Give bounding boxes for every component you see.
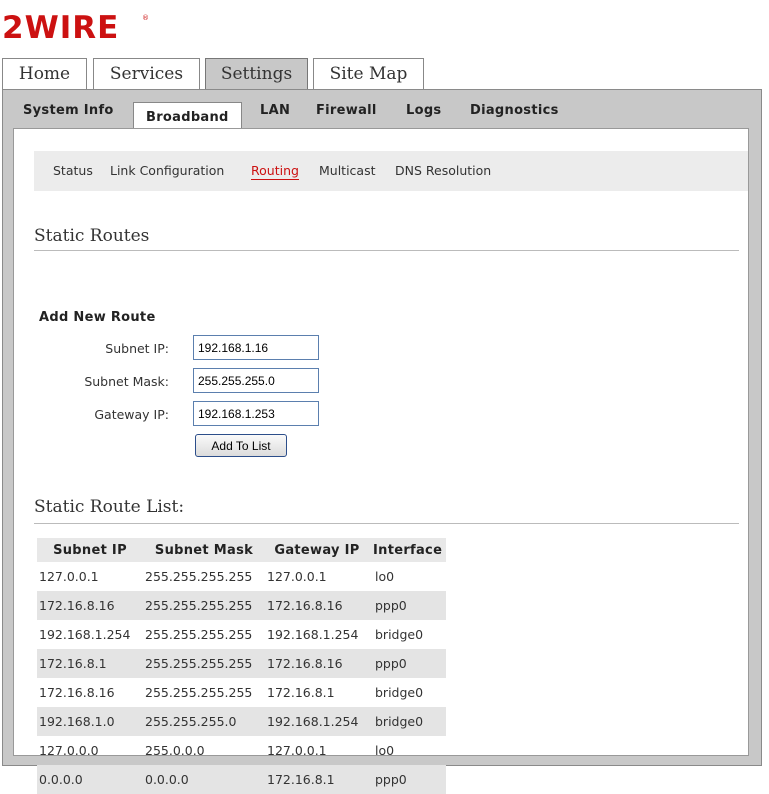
cell-subnet-ip: 172.16.8.1 bbox=[37, 649, 143, 678]
broadband-content: Status Link Configuration Routing Multic… bbox=[13, 128, 749, 794]
gateway-ip-label: Gateway IP: bbox=[94, 407, 169, 422]
cell-subnet-mask: 0.0.0.0 bbox=[143, 765, 265, 794]
table-row: 172.16.8.16 255.255.255.255 172.16.8.1 b… bbox=[37, 678, 446, 707]
table-row: 0.0.0.0 0.0.0.0 172.16.8.1 ppp0 bbox=[37, 765, 447, 794]
cell-interface: lo0 bbox=[375, 743, 395, 758]
col-subnet-mask: Subnet Mask bbox=[143, 538, 265, 562]
cell-subnet-ip: 192.168.1.0 bbox=[37, 707, 143, 736]
col-interface: Interface bbox=[369, 538, 447, 562]
cell-gateway-ip: 192.168.1.254 bbox=[267, 627, 359, 642]
cell-gateway-ip: 172.16.8.16 bbox=[265, 591, 369, 620]
cell-interface: ppp0 bbox=[369, 649, 447, 678]
cell-interface: ppp0 bbox=[369, 765, 447, 794]
tab-settings[interactable]: Settings bbox=[205, 58, 308, 90]
static-routes-title: Static Routes bbox=[34, 226, 150, 246]
subnav-status[interactable]: Status bbox=[53, 163, 93, 178]
cell-subnet-mask: 255.255.255.255 bbox=[145, 627, 253, 642]
table-row: 127.0.0.0 255.0.0.0 127.0.0.1 lo0 bbox=[37, 736, 446, 765]
add-route-title: Add New Route bbox=[39, 310, 156, 325]
subtab-lan[interactable]: LAN bbox=[260, 103, 290, 118]
tab-site-map[interactable]: Site Map bbox=[313, 58, 424, 89]
subtab-logs[interactable]: Logs bbox=[406, 103, 441, 118]
cell-interface: ppp0 bbox=[369, 591, 447, 620]
subnet-ip-input[interactable] bbox=[193, 335, 319, 360]
brand-logo: 2WIRE ® bbox=[2, 8, 152, 44]
cell-subnet-ip: 0.0.0.0 bbox=[37, 765, 143, 794]
cell-gateway-ip: 127.0.0.1 bbox=[267, 569, 327, 584]
cell-gateway-ip: 172.16.8.1 bbox=[267, 685, 335, 700]
cell-subnet-ip: 127.0.0.1 bbox=[39, 569, 99, 584]
tab-services[interactable]: Services bbox=[93, 58, 200, 89]
cell-interface: lo0 bbox=[375, 569, 395, 584]
cell-gateway-ip: 172.16.8.16 bbox=[265, 649, 369, 678]
add-to-list-button[interactable]: Add To List bbox=[195, 434, 287, 457]
cell-subnet-mask: 255.255.255.255 bbox=[145, 569, 253, 584]
cell-subnet-mask: 255.0.0.0 bbox=[145, 743, 205, 758]
table-row: 192.168.1.254 255.255.255.255 192.168.1.… bbox=[37, 620, 446, 649]
subnav-link-configuration[interactable]: Link Configuration bbox=[110, 163, 224, 178]
col-gateway-ip: Gateway IP bbox=[265, 538, 369, 562]
subtab-system-info[interactable]: System Info bbox=[23, 103, 114, 118]
cell-subnet-ip: 192.168.1.254 bbox=[39, 627, 131, 642]
cell-subnet-ip: 172.16.8.16 bbox=[37, 591, 143, 620]
route-table: Subnet IP Subnet Mask Gateway IP Interfa… bbox=[37, 538, 447, 794]
settings-panel: System Info Broadband LAN Firewall Logs … bbox=[2, 89, 762, 794]
cell-gateway-ip: 192.168.1.254 bbox=[265, 707, 369, 736]
cell-subnet-mask: 255.255.255.255 bbox=[143, 591, 265, 620]
cell-gateway-ip: 172.16.8.1 bbox=[265, 765, 369, 794]
route-list-title: Static Route List: bbox=[34, 497, 185, 517]
svg-text:®: ® bbox=[142, 14, 149, 22]
settings-subtabs: System Info Broadband LAN Firewall Logs … bbox=[3, 90, 761, 131]
subnet-mask-input[interactable] bbox=[193, 368, 319, 393]
subnav-multicast[interactable]: Multicast bbox=[319, 163, 376, 178]
route-table-header: Subnet IP Subnet Mask Gateway IP Interfa… bbox=[37, 538, 447, 562]
col-subnet-ip: Subnet IP bbox=[37, 538, 143, 562]
table-row: 172.16.8.16 255.255.255.255 172.16.8.16 … bbox=[37, 591, 447, 620]
cell-subnet-ip: 127.0.0.0 bbox=[39, 743, 99, 758]
subnet-ip-label: Subnet IP: bbox=[105, 341, 169, 356]
gateway-ip-input[interactable] bbox=[193, 401, 319, 426]
subtab-diagnostics[interactable]: Diagnostics bbox=[470, 103, 559, 118]
table-row: 192.168.1.0 255.255.255.0 192.168.1.254 … bbox=[37, 707, 447, 736]
table-row: 127.0.0.1 255.255.255.255 127.0.0.1 lo0 bbox=[37, 562, 446, 591]
tab-home[interactable]: Home bbox=[2, 58, 87, 89]
cell-subnet-mask: 255.255.255.255 bbox=[143, 649, 265, 678]
subtab-broadband[interactable]: Broadband bbox=[133, 102, 242, 131]
cell-interface: bridge0 bbox=[369, 707, 447, 736]
cell-interface: bridge0 bbox=[375, 685, 424, 700]
divider bbox=[34, 250, 739, 251]
cell-subnet-mask: 255.255.255.255 bbox=[145, 685, 253, 700]
subnav-routing[interactable]: Routing bbox=[251, 163, 299, 180]
subnet-mask-label: Subnet Mask: bbox=[84, 374, 169, 389]
divider bbox=[34, 523, 739, 524]
subtab-firewall[interactable]: Firewall bbox=[316, 103, 377, 118]
cell-interface: bridge0 bbox=[375, 627, 424, 642]
broadband-subnav: Status Link Configuration Routing Multic… bbox=[34, 151, 748, 191]
subnav-dns-resolution[interactable]: DNS Resolution bbox=[395, 163, 491, 178]
table-row: 172.16.8.1 255.255.255.255 172.16.8.16 p… bbox=[37, 649, 447, 678]
svg-text:2WIRE: 2WIRE bbox=[2, 10, 119, 44]
cell-subnet-mask: 255.255.255.0 bbox=[143, 707, 265, 736]
cell-gateway-ip: 127.0.0.1 bbox=[267, 743, 327, 758]
cell-subnet-ip: 172.16.8.16 bbox=[39, 685, 115, 700]
